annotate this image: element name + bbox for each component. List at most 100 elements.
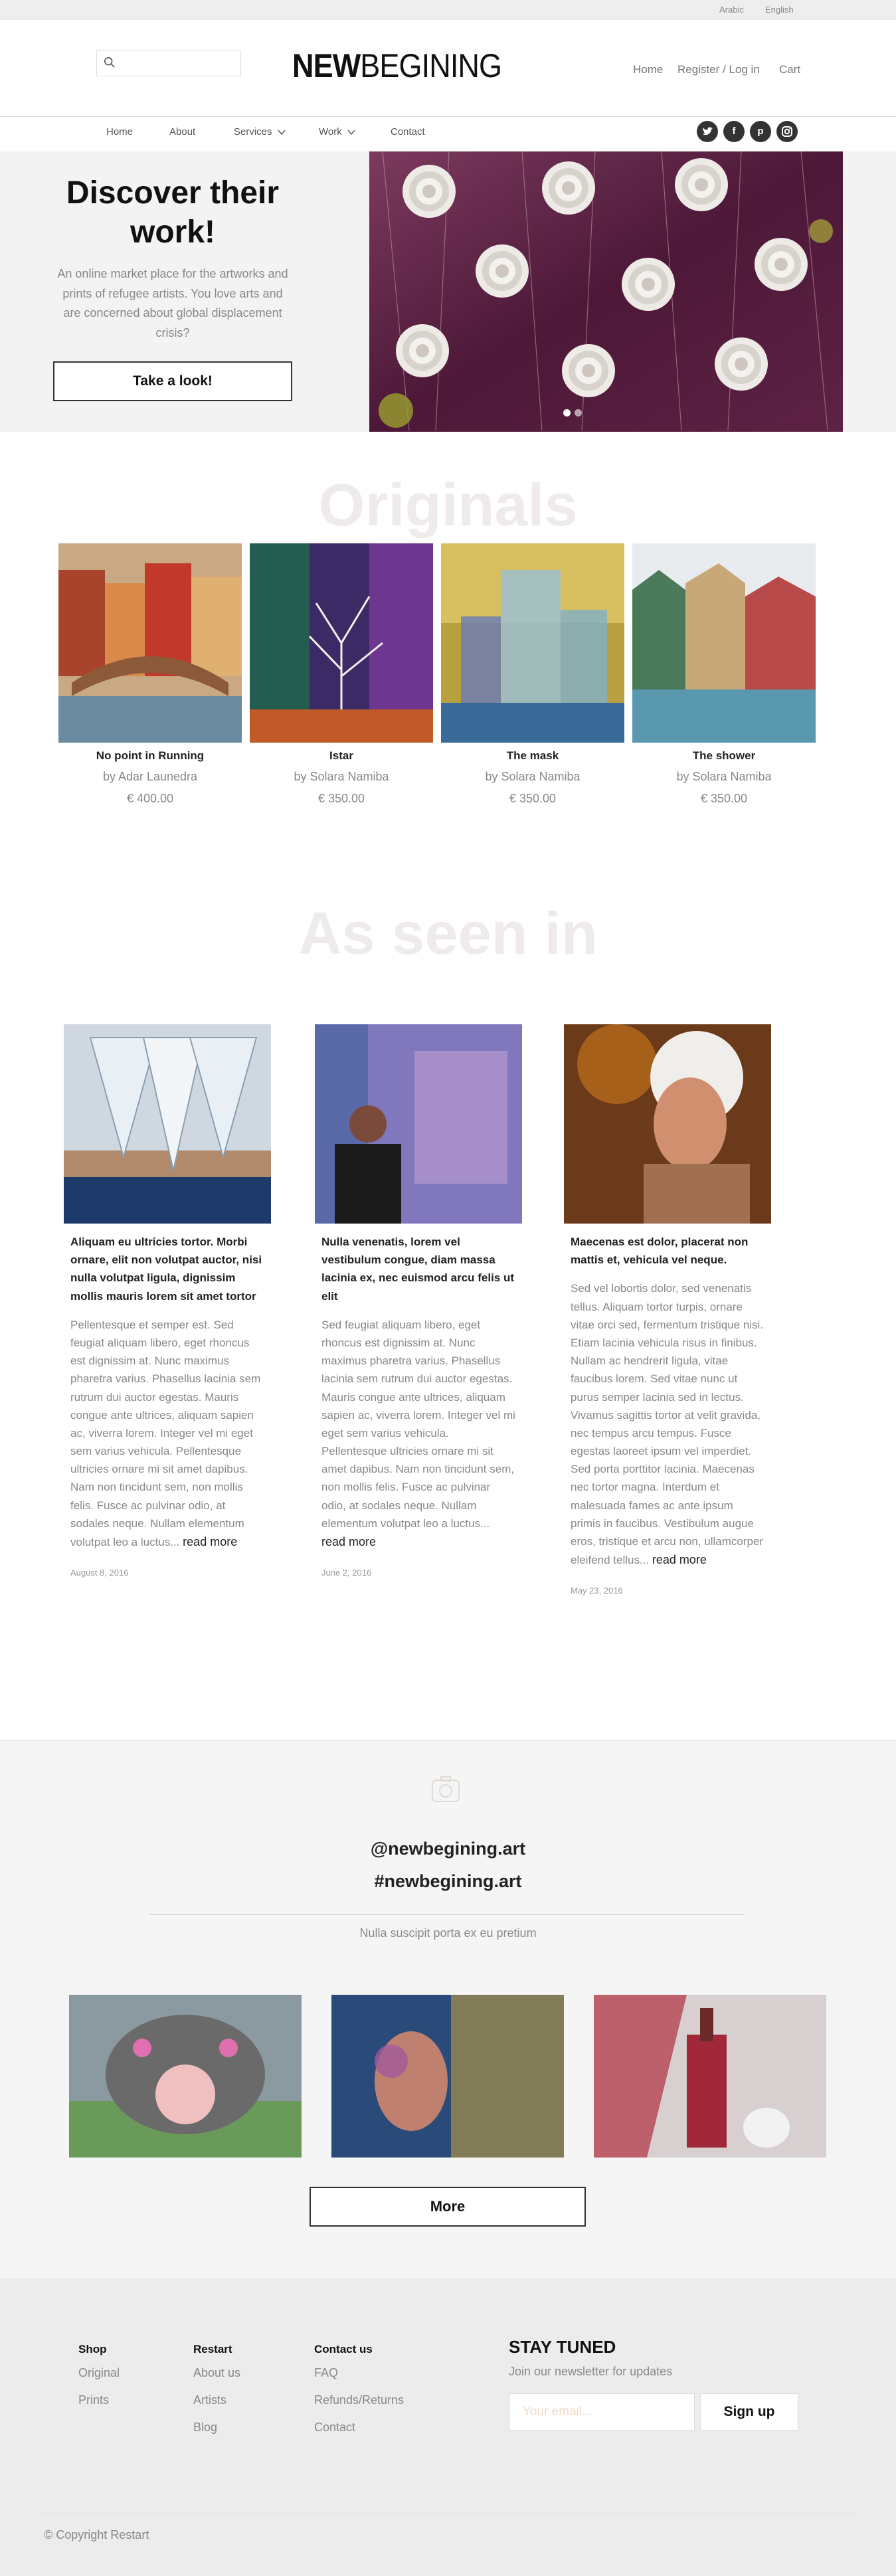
newsletter-email-field[interactable]: [509, 2393, 695, 2431]
nav-item-work[interactable]: Work: [319, 126, 355, 138]
artwork-card[interactable]: No point in Running by Adar Launedra € 4…: [58, 543, 242, 806]
instagram-subtitle: Nulla suscipit porta ex eu pretium: [359, 1926, 537, 1940]
press-image[interactable]: [564, 1024, 771, 1224]
artwork-image[interactable]: [632, 543, 816, 743]
slide-dot-1[interactable]: [563, 409, 571, 416]
instagram-divider: [149, 1914, 744, 1915]
artwork-price: € 350.00: [509, 792, 557, 805]
instagram-handle[interactable]: @newbegining.art: [0, 1839, 896, 1859]
facebook-icon[interactable]: f: [723, 121, 745, 142]
footer-heading-contact: Contact us: [314, 2343, 373, 2355]
newsletter-subtitle: Join our newsletter for updates: [509, 2365, 673, 2378]
press-card: Aliquam eu ultricies tortor. Morbi ornar…: [64, 1024, 271, 1578]
artwork-artist: by Solara Namiba: [294, 770, 389, 783]
footer-link-refunds[interactable]: Refunds/Returns: [314, 2393, 404, 2407]
nav-item-work-label: Work: [319, 126, 342, 138]
search-icon: [104, 56, 115, 68]
read-more-link[interactable]: read more: [321, 1535, 376, 1548]
copyright-text: © Copyright Restart: [44, 2528, 149, 2541]
hero-slide-dots[interactable]: [563, 408, 586, 420]
press-body: Sed vel lobortis dolor, sed venenatis te…: [564, 1279, 771, 1570]
press-card: Nulla venenatis, lorem vel vestibulum co…: [315, 1024, 522, 1578]
artwork-title: The shower: [692, 749, 756, 762]
artwork-title: The mask: [506, 749, 559, 762]
press-image[interactable]: [64, 1024, 271, 1224]
instagram-image[interactable]: [69, 1995, 302, 2158]
nav-item-home[interactable]: Home: [106, 126, 133, 138]
press-title: Nulla venenatis, lorem vel vestibulum co…: [321, 1236, 515, 1303]
nav-divider: [0, 116, 896, 117]
newsletter-email-input[interactable]: [509, 2394, 694, 2430]
artwork-artist: by Solara Namiba: [676, 770, 772, 783]
newsletter-heading: STAY TUNED: [509, 2337, 616, 2357]
artwork-image[interactable]: [250, 543, 433, 743]
chevron-down-icon: [347, 130, 355, 136]
originals-heading: Originals: [318, 472, 578, 539]
slide-dot-2[interactable]: [575, 409, 582, 416]
footer-link-faq[interactable]: FAQ: [314, 2366, 338, 2380]
press-body: Pellentesque et semper est. Sed feugiat …: [64, 1316, 271, 1552]
artwork-artist: by Adar Launedra: [102, 770, 198, 783]
hero-text: An online market place for the artworks …: [57, 267, 288, 340]
hero-slide-image[interactable]: [369, 151, 843, 432]
press-title: Maecenas est dolor, placerat non mattis …: [571, 1236, 749, 1267]
artwork-price: € 350.00: [317, 792, 365, 805]
footer-link-prints[interactable]: Prints: [78, 2393, 109, 2407]
footer-link-about-us[interactable]: About us: [193, 2366, 240, 2380]
header-register-link[interactable]: Register / Log in: [677, 63, 760, 76]
hero-title: Discover their work!: [66, 175, 280, 250]
press-date: June 2, 2016: [321, 1567, 372, 1578]
header-home-link[interactable]: Home: [633, 63, 663, 76]
take-a-look-button[interactable]: Take a look!: [53, 361, 292, 401]
nav-item-contact[interactable]: Contact: [391, 126, 425, 138]
footer-link-original[interactable]: Original: [78, 2366, 120, 2380]
artwork-price: € 350.00: [700, 792, 748, 805]
chevron-down-icon: [277, 130, 286, 136]
search-input[interactable]: [121, 54, 237, 72]
twitter-icon[interactable]: [697, 121, 718, 142]
read-more-link[interactable]: read more: [183, 1535, 237, 1548]
press-date: August 8, 2016: [70, 1567, 129, 1578]
search-box[interactable]: [96, 50, 241, 76]
nav-item-about[interactable]: About: [169, 126, 195, 138]
press-body-text: Pellentesque et semper est. Sed feugiat …: [70, 1318, 261, 1548]
artwork-card[interactable]: The mask by Solara Namiba € 350.00: [441, 543, 624, 806]
instagram-icon[interactable]: [776, 121, 798, 142]
artwork-card[interactable]: Istar by Solara Namiba € 350.00: [250, 543, 433, 806]
artwork-card[interactable]: The shower by Solara Namiba € 350.00: [632, 543, 816, 806]
sign-up-button[interactable]: Sign up: [700, 2393, 798, 2431]
press-card: Maecenas est dolor, placerat non mattis …: [564, 1024, 771, 1596]
nav-item-services[interactable]: Services: [234, 126, 286, 138]
footer-link-blog[interactable]: Blog: [193, 2421, 217, 2435]
press-body-text: Sed vel lobortis dolor, sed venenatis te…: [571, 1282, 764, 1567]
press-date: May 23, 2016: [571, 1585, 623, 1596]
footer-link-contact[interactable]: Contact: [314, 2421, 355, 2435]
header-cart-link[interactable]: Cart: [779, 63, 800, 76]
instagram-image[interactable]: [594, 1995, 826, 2158]
instagram-hashtag[interactable]: #newbegining.art: [0, 1871, 896, 1892]
artwork-image[interactable]: [441, 543, 624, 743]
instagram-image[interactable]: [331, 1995, 564, 2158]
artwork-artist: by Solara Namiba: [485, 770, 581, 783]
artwork-title: No point in Running: [96, 749, 205, 762]
as-seen-in-heading: As seen in: [298, 901, 598, 967]
camera-icon: [432, 1776, 460, 1802]
press-image[interactable]: [315, 1024, 522, 1224]
artwork-image[interactable]: [58, 543, 242, 743]
footer-heading-restart: Restart: [193, 2343, 232, 2355]
instagram-more-button[interactable]: More: [310, 2187, 586, 2227]
nav-item-services-label: Services: [234, 126, 272, 138]
language-english-link[interactable]: English: [765, 5, 794, 15]
read-more-link[interactable]: read more: [652, 1553, 707, 1566]
language-arabic-link[interactable]: Arabic: [719, 5, 744, 15]
footer-heading-shop: Shop: [78, 2343, 107, 2355]
site-logo[interactable]: NEWBEGINING: [292, 49, 502, 82]
footer-link-artists[interactable]: Artists: [193, 2393, 226, 2407]
press-body-text: Sed feugiat aliquam libero, eget rhoncus…: [321, 1318, 515, 1530]
language-bar: [0, 0, 896, 20]
press-title: Aliquam eu ultricies tortor. Morbi ornar…: [70, 1236, 262, 1303]
artwork-title: Istar: [329, 749, 353, 762]
press-body: Sed feugiat aliquam libero, eget rhoncus…: [315, 1316, 522, 1552]
artwork-price: € 400.00: [126, 792, 174, 805]
pinterest-icon[interactable]: p: [750, 121, 771, 142]
